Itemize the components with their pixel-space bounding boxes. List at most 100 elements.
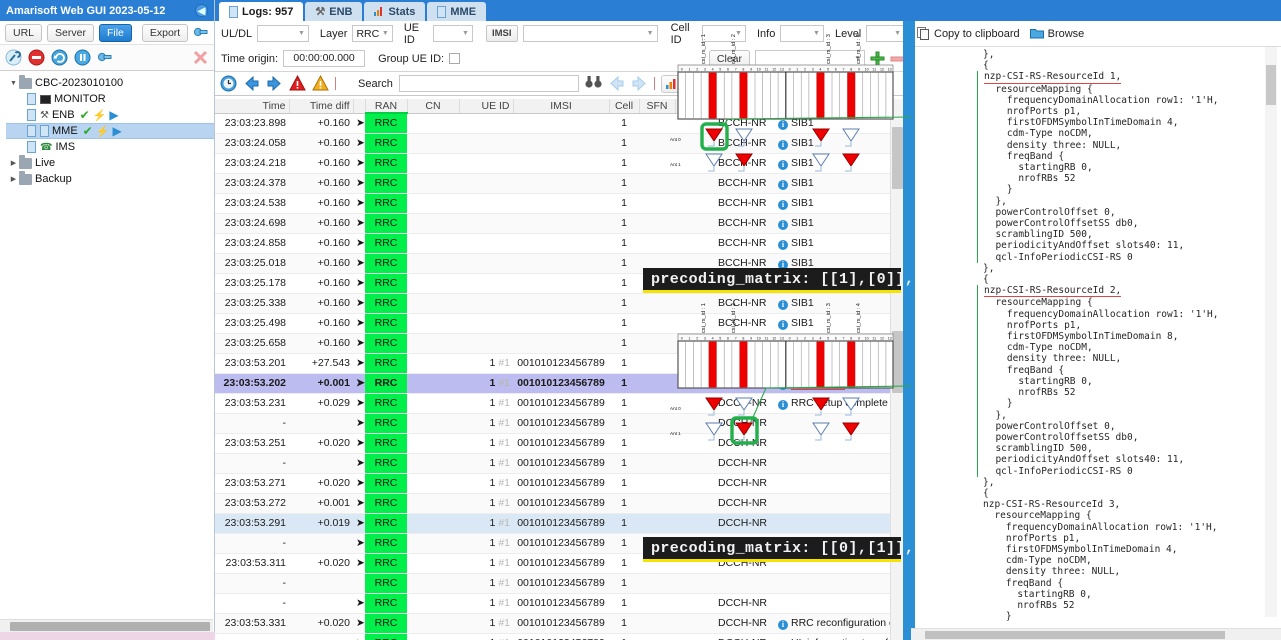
table-row[interactable]: 23:03:53.272 +0.001 ➤ RRC 1 #1 00101012345678…: [215, 493, 911, 514]
status-ok-icon: ✔: [79, 108, 90, 122]
svg-text:2: 2: [804, 67, 806, 71]
clock-icon[interactable]: [220, 75, 237, 92]
layer-select[interactable]: RRC ▼: [352, 25, 393, 42]
tree-node-live[interactable]: ▶ Live: [6, 154, 214, 171]
resource-id-header: nzp-CSI-RS-ResourceId 3,: [983, 499, 1121, 511]
detail-line: resourceMapping {: [984, 297, 1093, 309]
svg-text:7: 7: [735, 336, 737, 340]
cell-sfn: [639, 593, 675, 614]
csi-rs-marker: [847, 341, 856, 388]
message-detail-text[interactable]: },{nzp-CSI-RS-ResourceId 1, resourceMapp…: [911, 47, 1281, 630]
col-cell[interactable]: Cell: [609, 99, 640, 114]
chevron-left-icon[interactable]: ◀: [195, 4, 208, 17]
svg-text:9: 9: [750, 67, 752, 71]
scrollbar-thumb[interactable]: [1266, 65, 1276, 105]
table-row[interactable]: 23:03:53.291 +0.019 ➤ RRC 1 #1 00101012345678…: [215, 513, 911, 534]
chevron-right-icon[interactable]: ▶: [8, 159, 19, 167]
chevron-right-icon[interactable]: ▶: [8, 175, 19, 183]
left-panel-hscrollbar[interactable]: [0, 619, 213, 632]
col-time[interactable]: Time: [215, 99, 290, 114]
tree-node-ims[interactable]: ☎ IMS: [6, 139, 214, 155]
imsi-select[interactable]: ▼: [522, 25, 658, 42]
uldl-select[interactable]: ▼: [257, 25, 309, 42]
tab-mme[interactable]: MME: [427, 2, 487, 21]
cell-direction-arrow: ➤: [353, 553, 365, 574]
col-dir[interactable]: [353, 99, 366, 114]
cell-ran: RRC: [365, 193, 407, 214]
col-time-diff[interactable]: Time diff: [289, 99, 354, 114]
play-icon[interactable]: ▶: [109, 108, 118, 122]
svg-text:6: 6: [727, 336, 729, 340]
source-button-row: URL Server File Export: [0, 21, 214, 45]
cell-rnti: [675, 573, 715, 594]
csi-col-label: csi_rs_id : 3: [826, 34, 832, 64]
tree-node-backup[interactable]: ▶ Backup: [6, 170, 214, 187]
group-ueid-checkbox[interactable]: [449, 53, 461, 64]
right-panel-vscrollbar[interactable]: [1265, 47, 1277, 617]
close-icon[interactable]: [192, 49, 209, 66]
warning-icon[interactable]: [312, 74, 329, 92]
source-url-button[interactable]: URL: [5, 23, 43, 42]
cell-sfn: [639, 573, 675, 594]
svg-text:10: 10: [757, 336, 761, 340]
export-button[interactable]: Export: [141, 23, 189, 42]
source-server-button[interactable]: Server: [47, 23, 94, 42]
svg-text:5: 5: [719, 67, 721, 71]
plug-icon[interactable]: [97, 49, 114, 66]
detail-line: }: [983, 611, 1012, 623]
right-toolbar: Copy to clipboard Browse: [911, 21, 1281, 47]
browse-button[interactable]: Browse: [1029, 28, 1084, 40]
table-row[interactable]: - RRC 1 #1 001010123456789 1: [215, 573, 911, 594]
refresh-icon[interactable]: [51, 49, 68, 66]
chevron-down-icon[interactable]: ▼: [8, 80, 19, 87]
tree-node-monitor[interactable]: MONITOR: [6, 91, 214, 107]
time-origin-input[interactable]: 00:00:00.000: [283, 50, 366, 67]
scrollbar-thumb[interactable]: [10, 621, 210, 631]
table-row[interactable]: 23:03:53.271 +0.020 ➤ RRC 1 #1 00101012345678…: [215, 473, 911, 494]
right-panel-hscrollbar[interactable]: [911, 628, 1281, 640]
tree-node-cbc[interactable]: ▼ CBC-2023010100: [6, 74, 214, 91]
tab-logs[interactable]: Logs: 957: [219, 2, 304, 21]
scrollbar-thumb[interactable]: [925, 631, 1225, 639]
table-row[interactable]: 23:03:24.858 +0.160 ➤ RRC 1 BCCH-NR i SIB1: [215, 233, 911, 254]
connector-line: [745, 385, 912, 434]
col-ran[interactable]: RAN: [365, 99, 408, 114]
source-file-button[interactable]: File: [98, 23, 132, 42]
table-row[interactable]: 23:03:53.331 +0.020 ➤ RRC 1 #1 00101012345678…: [215, 613, 911, 634]
search-input[interactable]: [398, 75, 579, 92]
wrench-icon[interactable]: [5, 49, 22, 66]
cell-ran: RRC: [365, 533, 407, 554]
arrow-right-icon[interactable]: [266, 75, 283, 92]
cell-time: -: [215, 633, 289, 640]
arrow-left-icon[interactable]: [243, 75, 260, 92]
table-row[interactable]: - ➤RRC 1 #10010101234567891 DCCH-NR: [215, 453, 911, 474]
tab-stats[interactable]: Stats: [364, 2, 426, 21]
detail-line: powerControlOffsetSS db0,: [984, 218, 1139, 230]
plug-icon[interactable]: [193, 24, 210, 41]
binoculars-icon[interactable]: [585, 75, 602, 92]
col-ue-id[interactable]: UE ID: [459, 99, 514, 114]
play-icon[interactable]: ▶: [112, 124, 121, 138]
copy-to-clipboard-button[interactable]: Copy to clipboard: [917, 27, 1020, 40]
col-cn[interactable]: CN: [407, 99, 460, 114]
imsi-button[interactable]: IMSI: [485, 25, 518, 42]
status-ok-icon: ✔: [82, 124, 93, 138]
col-imsi[interactable]: IMSI: [513, 99, 610, 114]
cell-imsi: 001010123456789: [513, 593, 609, 614]
tab-enb[interactable]: ⚒ ENB: [305, 2, 363, 21]
arrow-left-disabled-icon[interactable]: [608, 75, 625, 92]
table-row[interactable]: 23:03:24.538 +0.160 ➤ RRC 1 BCCH-NR i SIB1: [215, 193, 911, 214]
tree-node-enb[interactable]: ⚒ ENB ✔ ⚡ ▶: [6, 107, 214, 123]
arrow-right-disabled-icon[interactable]: [631, 75, 648, 92]
stop-icon[interactable]: [28, 49, 45, 66]
table-row[interactable]: 23:03:24.698 +0.160 ➤ RRC 1 BCCH-NR i SIB1: [215, 213, 911, 234]
tree-node-mme[interactable]: MME ✔ ⚡ ▶: [6, 123, 214, 139]
table-row[interactable]: - ➤RRC 1 #10010101234567891 DCCH-NR: [215, 593, 911, 614]
table-row[interactable]: -➤RRC1 #10010101234567891DCCH-NRiUL info…: [215, 633, 911, 640]
antenna-row-0: [705, 397, 860, 416]
ueid-select[interactable]: ▼: [432, 25, 473, 42]
error-icon[interactable]: [289, 74, 306, 92]
cell-imsi: 001010123456789: [513, 473, 609, 494]
cell-sfn: [639, 193, 675, 214]
pause-icon[interactable]: [74, 49, 91, 66]
